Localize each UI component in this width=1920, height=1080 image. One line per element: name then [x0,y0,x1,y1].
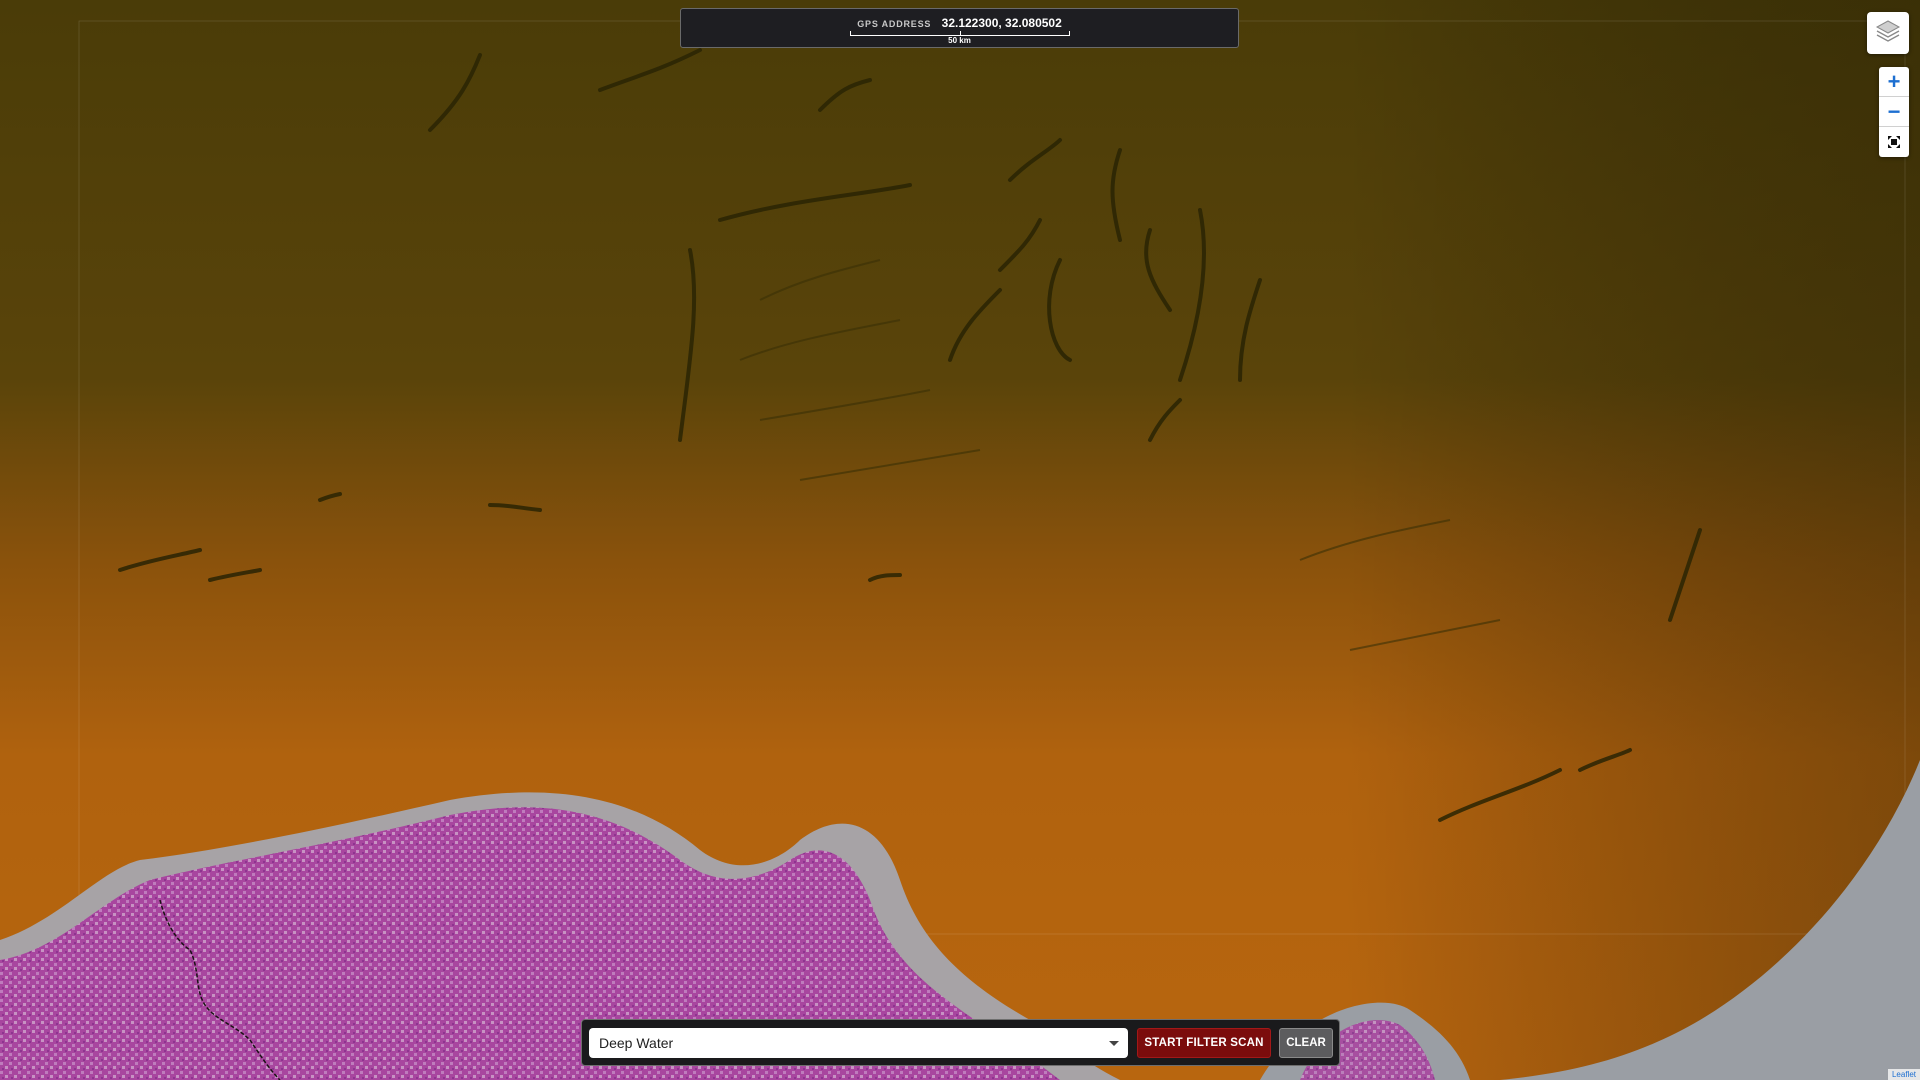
layers-icon [1875,18,1901,49]
filter-toolbar: Deep Water START FILTER SCAN CLEAR [581,1019,1340,1066]
clear-button[interactable]: CLEAR [1279,1028,1333,1058]
gps-readout-panel: GPS ADDRESS 32.122300, 32.080502 50 km [680,8,1239,48]
terrain-layer [0,0,1920,1080]
map-view[interactable] [0,0,1920,1080]
fullscreen-icon [1887,131,1901,153]
filter-type-select[interactable]: Deep Water [589,1028,1128,1058]
zoom-out-button[interactable]: − [1879,97,1909,127]
map-attribution[interactable]: Leaflet [1887,1069,1920,1080]
chevron-down-icon [1109,1041,1119,1046]
scale-label: 50 km [948,36,971,45]
zoom-controls: + − [1879,67,1909,157]
filter-selected-value: Deep Water [599,1035,674,1051]
fullscreen-button[interactable] [1879,127,1909,157]
start-filter-scan-button[interactable]: START FILTER SCAN [1137,1028,1271,1058]
gps-coordinates: 32.122300, 32.080502 [941,16,1062,30]
gps-label: GPS ADDRESS [857,19,932,29]
layers-button[interactable] [1867,12,1909,54]
zoom-in-button[interactable]: + [1879,67,1909,97]
